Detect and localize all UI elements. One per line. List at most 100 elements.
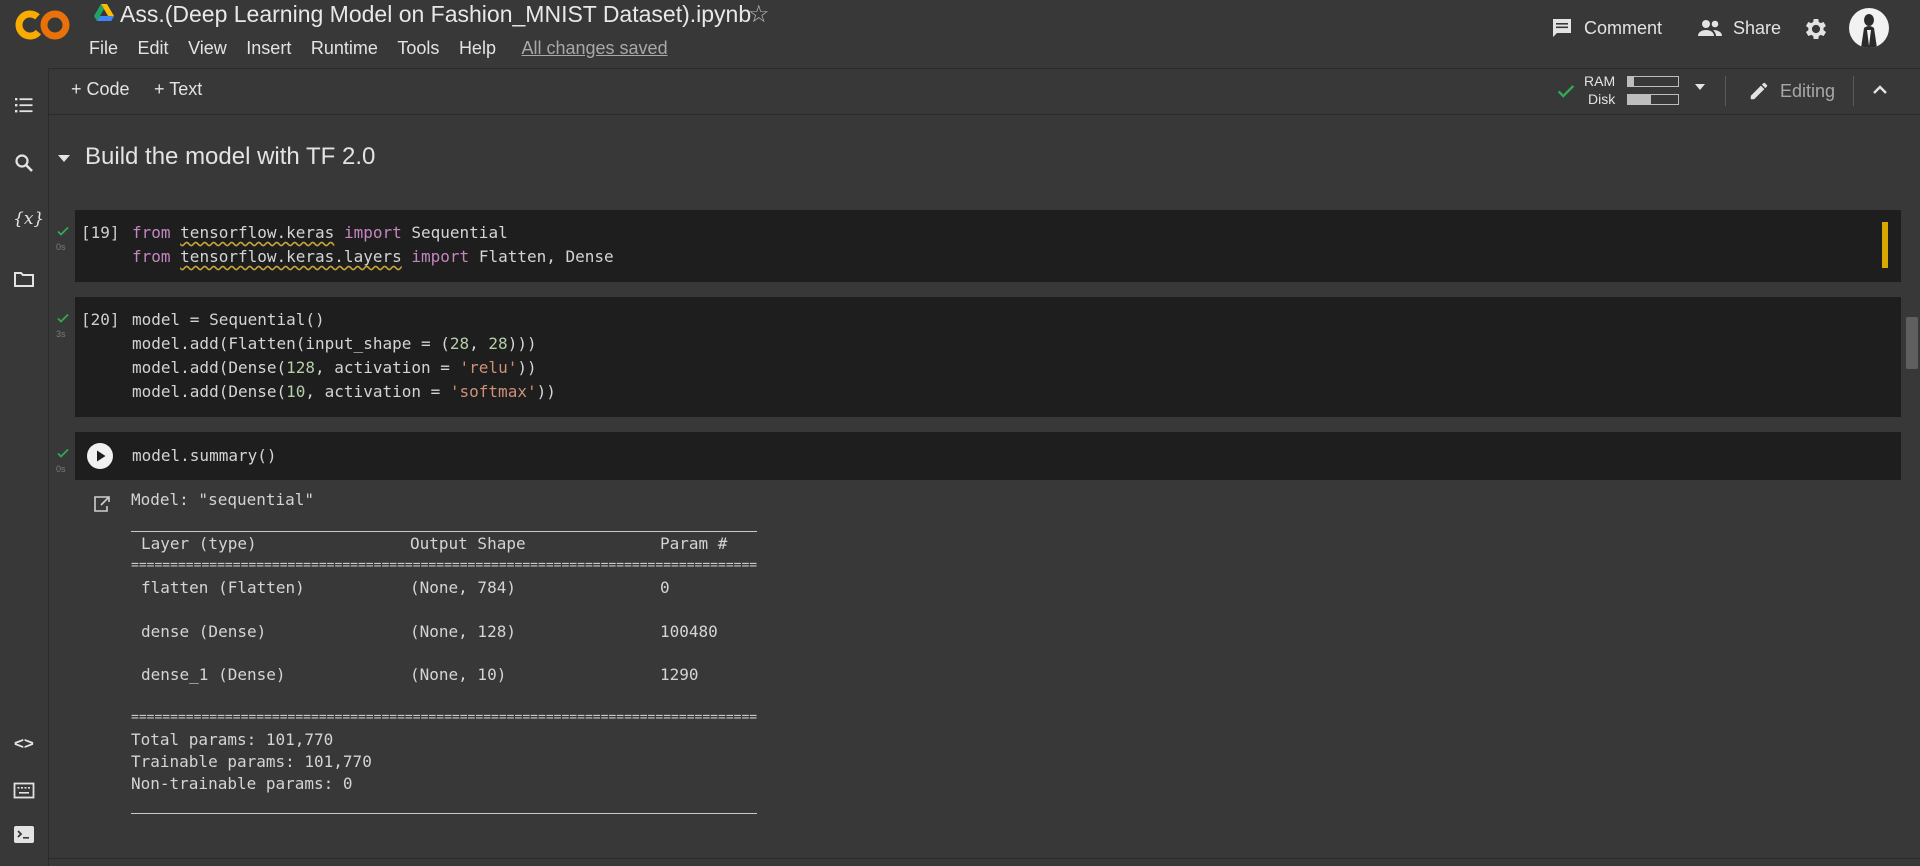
code-line: model.add(Flatten(input_shape = (28, 28)… bbox=[132, 334, 537, 353]
ram-label[interactable]: RAM bbox=[1584, 73, 1615, 89]
files-icon[interactable] bbox=[13, 268, 35, 290]
left-sidebar: {x} <> bbox=[0, 68, 49, 866]
variables-icon[interactable]: {x} bbox=[13, 209, 44, 229]
scrollbar-thumb[interactable] bbox=[1906, 317, 1918, 369]
share-label: Share bbox=[1733, 17, 1782, 38]
menu-edit[interactable]: Edit bbox=[138, 38, 169, 59]
disk-meter[interactable] bbox=[1627, 94, 1679, 105]
menu-bar: File Edit View Insert Runtime Tools Help… bbox=[89, 38, 668, 59]
code-cell[interactable]: model.summary() bbox=[75, 432, 1901, 480]
add-text-button[interactable]: + Text bbox=[154, 79, 202, 100]
caret-down-icon[interactable] bbox=[1693, 80, 1707, 94]
table-double-rule: ========================================… bbox=[131, 711, 757, 724]
code-snippets-icon[interactable]: <> bbox=[14, 734, 34, 754]
trainable-params: Trainable params: 101,770 bbox=[131, 752, 372, 771]
table-rule bbox=[131, 531, 757, 532]
code-line: model.add(Dense(10, activation = 'softma… bbox=[132, 382, 556, 401]
cell-duration: 0s bbox=[56, 242, 66, 252]
code-token: Sequential bbox=[411, 223, 508, 242]
code-token: from bbox=[132, 223, 171, 242]
google-drive-icon[interactable] bbox=[94, 4, 114, 22]
output-redirect-icon[interactable] bbox=[92, 494, 112, 514]
terminal-icon[interactable] bbox=[13, 824, 35, 846]
code-cell[interactable]: [19] from tensorflow.keras import Sequen… bbox=[75, 210, 1901, 282]
section-heading: Build the model with TF 2.0 bbox=[85, 143, 376, 170]
cell-focus-indicator bbox=[1882, 222, 1888, 268]
add-code-button[interactable]: + Code bbox=[71, 79, 130, 100]
execution-count: [20] bbox=[81, 310, 120, 329]
notebook-title[interactable]: Ass.(Deep Learning Model on Fashion_MNIS… bbox=[120, 1, 751, 28]
command-palette-icon[interactable] bbox=[13, 780, 35, 802]
people-icon bbox=[1698, 20, 1722, 36]
cell-duration: 0s bbox=[56, 464, 66, 474]
code-token: import bbox=[411, 247, 470, 266]
comment-label: Comment bbox=[1584, 17, 1663, 38]
code-line: model.add(Dense(128, activation = 'relu'… bbox=[132, 358, 537, 377]
table-row-layer: flatten (Flatten) bbox=[141, 578, 305, 597]
cell-success-check-icon bbox=[57, 226, 69, 236]
table-row-shape: (None, 784) bbox=[410, 578, 516, 597]
table-header-shape: Output Shape bbox=[410, 534, 526, 553]
code-token: import bbox=[343, 223, 402, 242]
execution-count: [19] bbox=[81, 223, 120, 242]
table-row-shape: (None, 128) bbox=[410, 622, 516, 641]
editing-label: Editing bbox=[1780, 80, 1836, 101]
menu-runtime[interactable]: Runtime bbox=[311, 38, 378, 59]
editing-mode-button[interactable]: Editing bbox=[1748, 80, 1835, 102]
share-button[interactable]: Share bbox=[1697, 14, 1781, 42]
code-token: Flatten, Dense bbox=[478, 247, 614, 266]
run-cell-button[interactable] bbox=[87, 443, 113, 469]
code-token: tensorflow.keras bbox=[180, 223, 335, 242]
user-avatar-icon bbox=[1861, 14, 1877, 48]
toolbar-divider bbox=[1853, 76, 1854, 106]
comment-icon bbox=[1553, 19, 1571, 37]
avatar[interactable] bbox=[1849, 8, 1889, 48]
menu-insert[interactable]: Insert bbox=[246, 38, 291, 59]
code-editor[interactable]: from tensorflow.keras import Sequential … bbox=[132, 221, 614, 269]
table-row-params: 0 bbox=[660, 578, 670, 597]
table-of-contents-icon[interactable] bbox=[13, 94, 35, 116]
table-row-shape: (None, 10) bbox=[410, 665, 507, 684]
code-token: tensorflow.keras.layers bbox=[180, 247, 402, 266]
cell-success-check-icon bbox=[57, 448, 69, 458]
code-line: model = Sequential() bbox=[132, 310, 325, 329]
table-row-layer: dense (Dense) bbox=[141, 622, 267, 641]
table-row-layer: dense_1 (Dense) bbox=[141, 665, 286, 684]
menu-file[interactable]: File bbox=[89, 38, 118, 59]
menu-view[interactable]: View bbox=[188, 38, 227, 59]
search-icon[interactable] bbox=[13, 152, 35, 174]
bottom-border bbox=[49, 858, 1920, 859]
disk-meter-fill bbox=[1628, 95, 1651, 104]
table-rule bbox=[131, 813, 757, 814]
menu-tools[interactable]: Tools bbox=[397, 38, 439, 59]
play-icon bbox=[97, 450, 106, 462]
table-row-params: 100480 bbox=[660, 622, 718, 641]
non-trainable-params: Non-trainable params: 0 bbox=[131, 774, 353, 793]
connected-check-icon[interactable] bbox=[1555, 80, 1577, 102]
ram-meter-fill bbox=[1628, 77, 1634, 86]
toolbar-divider bbox=[1725, 76, 1726, 106]
code-token: from bbox=[132, 247, 171, 266]
pencil-icon bbox=[1750, 82, 1768, 100]
section-collapse-caret-icon[interactable] bbox=[56, 150, 72, 166]
table-header-params: Param # bbox=[660, 534, 728, 553]
code-editor[interactable]: model = Sequential() model.add(Flatten(i… bbox=[132, 308, 556, 404]
cell-duration: 3s bbox=[56, 329, 66, 339]
disk-label[interactable]: Disk bbox=[1588, 91, 1615, 107]
star-icon[interactable]: ☆ bbox=[748, 0, 770, 29]
comment-button[interactable]: Comment bbox=[1550, 14, 1662, 42]
cell-success-check-icon bbox=[57, 313, 69, 323]
table-row-params: 1290 bbox=[660, 665, 699, 684]
code-editor[interactable]: model.summary() bbox=[132, 444, 277, 468]
chevron-up-icon[interactable] bbox=[1870, 80, 1890, 100]
gear-icon[interactable] bbox=[1802, 15, 1830, 43]
save-status-link[interactable]: All changes saved bbox=[521, 38, 667, 58]
table-header-layer: Layer (type) bbox=[141, 534, 257, 553]
model-name-line: Model: "sequential" bbox=[131, 490, 315, 509]
colab-logo[interactable] bbox=[14, 8, 72, 42]
code-cell[interactable]: [20] model = Sequential() model.add(Flat… bbox=[75, 297, 1901, 417]
ram-meter[interactable] bbox=[1627, 76, 1679, 87]
menu-help[interactable]: Help bbox=[459, 38, 496, 59]
app-header: Ass.(Deep Learning Model on Fashion_MNIS… bbox=[0, 0, 1920, 68]
total-params: Total params: 101,770 bbox=[131, 730, 334, 749]
